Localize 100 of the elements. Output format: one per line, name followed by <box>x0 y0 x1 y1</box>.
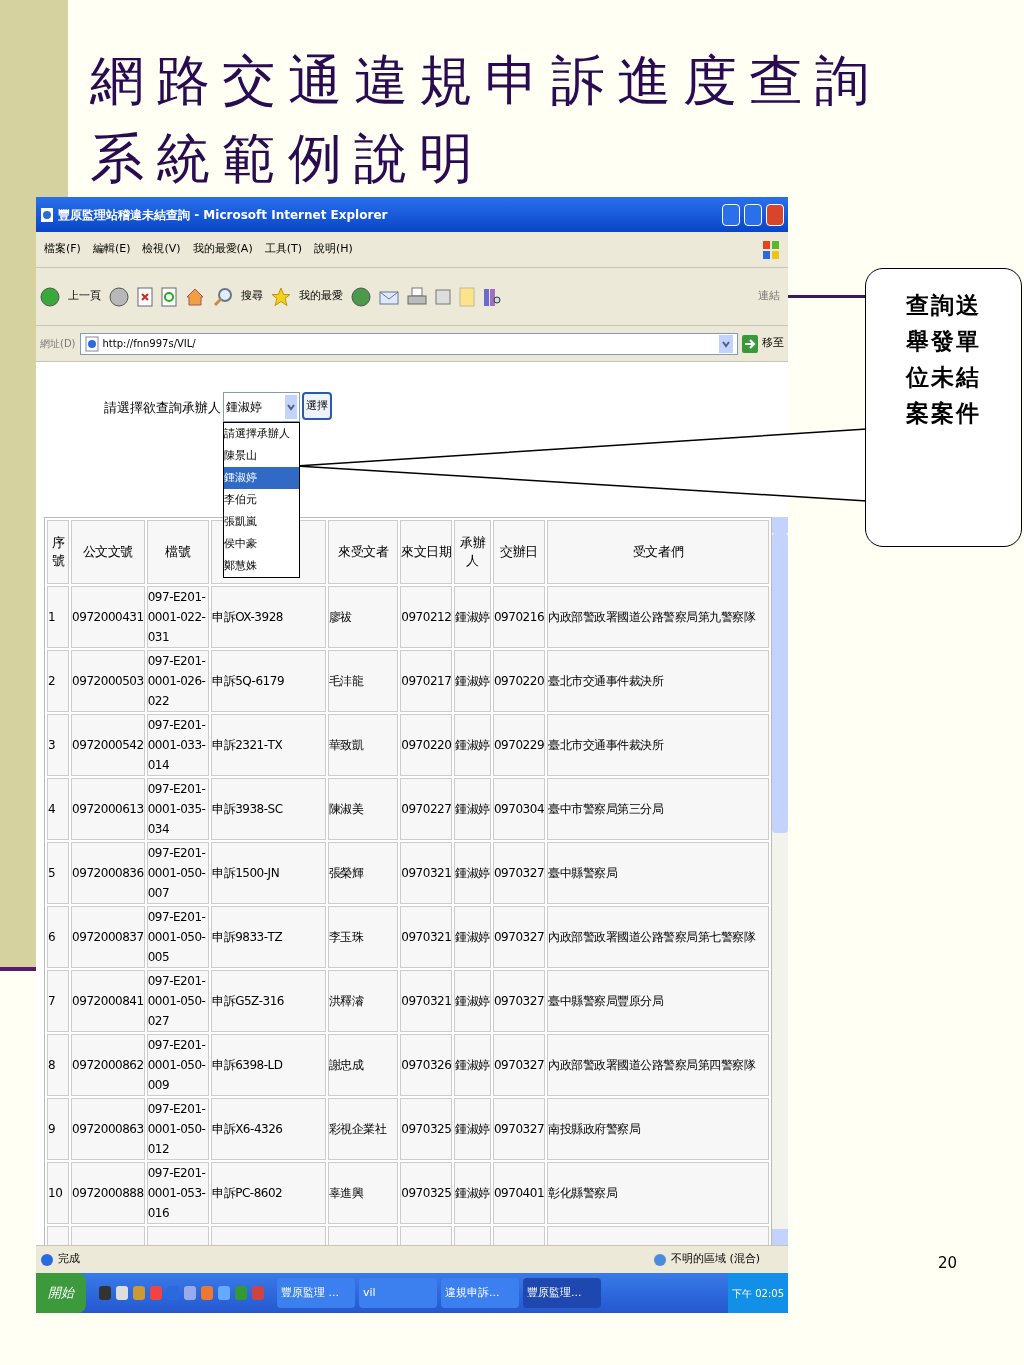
menu-item[interactable]: 我的最愛(A) <box>192 241 253 258</box>
dropdown-option[interactable]: 張凱嵐 <box>224 511 299 533</box>
minimize-button[interactable] <box>722 203 740 226</box>
table-cell: 申訴OX-3928 <box>211 586 326 648</box>
address-label: 網址(D) <box>40 337 76 351</box>
table-cell: 097-E201-0001-026-022 <box>146 650 210 712</box>
table-cell: 0970321 <box>400 970 453 1032</box>
table-cell: 0970217 <box>400 650 453 712</box>
menu-item[interactable]: 檢視(V) <box>142 241 181 258</box>
table-cell: 097-E201-0001-053-016 <box>146 1162 210 1224</box>
history-icon[interactable] <box>351 286 371 307</box>
table-cell: 0970216 <box>492 586 546 648</box>
table-cell: 華致凱 <box>327 714 399 776</box>
table-cell: 申訴3938-SC <box>211 778 326 840</box>
table-cell: 申訴X6-4326 <box>211 1098 326 1160</box>
printer-icon[interactable] <box>407 286 427 307</box>
dropdown-option[interactable]: 鍾淑婷 <box>224 467 299 489</box>
taskbar-button[interactable]: 違規申訴... <box>441 1278 519 1308</box>
taskbar-button[interactable]: 豐原監理 ... <box>277 1278 355 1308</box>
status-text: 完成 <box>58 1251 81 1268</box>
search-button-label[interactable]: 搜尋 <box>241 288 263 305</box>
table-cell: 0970326 <box>400 1034 453 1096</box>
home-icon[interactable] <box>185 286 205 307</box>
search-icon[interactable] <box>213 286 233 307</box>
table-cell: 鍾淑婷 <box>454 1098 491 1160</box>
table-cell: 0970220 <box>492 650 546 712</box>
browser-icon <box>40 206 54 223</box>
table-cell: 097-E201-0001-050-009 <box>146 1034 210 1096</box>
table-cell: 臺北市交通事件裁決所 <box>547 714 769 776</box>
table-cell: 097-E201-0001-033-014 <box>146 714 210 776</box>
close-button[interactable] <box>766 203 784 226</box>
column-header: 承辦人 <box>454 520 491 584</box>
select-button[interactable]: 選擇 <box>302 392 332 420</box>
table-cell: 10 <box>47 1162 70 1224</box>
research-icon[interactable] <box>483 286 501 307</box>
table-cell: 臺中縣警察局豐原分局 <box>547 970 769 1032</box>
table-cell: 臺中市警察局第三分局 <box>547 778 769 840</box>
table-cell: 廖祓 <box>327 586 399 648</box>
table-cell: 0972000503 <box>71 650 145 712</box>
refresh-icon[interactable] <box>161 286 177 307</box>
table-cell: 097-E201-0001-035-034 <box>146 778 210 840</box>
table-cell: 陳淑美 <box>327 778 399 840</box>
table-cell: 097-E201-0001-050-027 <box>146 970 210 1032</box>
address-field[interactable]: http://fnn997s/VIL/ <box>79 332 738 355</box>
menu-item[interactable]: 工具(T) <box>264 241 302 258</box>
table-cell: 申訴PC-8602 <box>211 1162 326 1224</box>
stop-icon[interactable] <box>137 286 153 307</box>
star-icon[interactable] <box>271 286 291 307</box>
table-cell: 097-E201-0001-050-005 <box>146 906 210 968</box>
table-cell: 0970325 <box>400 1162 453 1224</box>
dropdown-option[interactable]: 陳景山 <box>224 445 299 467</box>
links-label[interactable]: 連結 <box>758 288 784 305</box>
menu-item[interactable]: 說明(H) <box>314 241 353 258</box>
favorites-button-label[interactable]: 我的最愛 <box>299 288 343 305</box>
taskbar-button[interactable]: 豐原監理... <box>523 1278 601 1308</box>
table-cell: 毛沣龍 <box>327 650 399 712</box>
table-cell: 鍾淑婷 <box>454 586 491 648</box>
go-button-label[interactable]: 移至 <box>762 335 784 352</box>
dropdown-option[interactable]: 請選擇承辦人 <box>224 423 299 445</box>
page-number: 20 <box>938 1253 958 1274</box>
restore-button[interactable] <box>744 203 762 226</box>
back-button-label[interactable]: 上一頁 <box>68 288 101 305</box>
menu-item[interactable]: 檔案(F) <box>44 241 81 258</box>
table-cell: 申訴6398-LD <box>211 1034 326 1096</box>
column-header: 公文文號 <box>71 520 145 584</box>
dropdown-option[interactable]: 侯中豪 <box>224 533 299 555</box>
security-zone: 不明的區域 (混合) <box>670 1251 761 1268</box>
back-icon[interactable] <box>40 286 60 307</box>
dropdown-option[interactable]: 李伯元 <box>224 489 299 511</box>
table-cell: 5 <box>47 842 70 904</box>
table-cell: 0972000431 <box>71 586 145 648</box>
assignee-select[interactable]: 鍾淑婷 <box>223 392 300 422</box>
table-cell: 097-E201-0001-022-031 <box>146 586 210 648</box>
table-cell: 臺北市交通事件裁決所 <box>547 650 769 712</box>
table-cell: 0972000836 <box>71 842 145 904</box>
column-header: 來文日期 <box>400 520 453 584</box>
table-cell: 辜進興 <box>327 1162 399 1224</box>
table-cell: 謝忠成 <box>327 1034 399 1096</box>
scrollbar[interactable] <box>772 517 788 1245</box>
taskbar-button[interactable]: vil <box>359 1278 437 1308</box>
callout-text: 查詢送舉發單位未結案案件 <box>905 291 982 428</box>
table-cell: 洪釋濬 <box>327 970 399 1032</box>
table-cell: 0970304 <box>492 778 546 840</box>
forward-icon[interactable] <box>109 286 129 307</box>
window-title: 豐原監理站稽違未結查詢 - Microsoft Internet Explorer <box>58 206 389 224</box>
edit-icon[interactable] <box>435 288 451 305</box>
clock: 下午 02:05 <box>732 1286 784 1301</box>
table-cell: 鍾淑婷 <box>454 714 491 776</box>
menu-item[interactable]: 編輯(E) <box>92 241 131 258</box>
column-header: 檔號 <box>146 520 210 584</box>
table-cell: 申訴G5Z-316 <box>211 970 326 1032</box>
column-header: 來受文者 <box>327 520 399 584</box>
start-button[interactable]: 開始 <box>36 1273 86 1313</box>
table-cell: 鍾淑婷 <box>454 970 491 1032</box>
table-cell: 彩視企業社 <box>327 1098 399 1160</box>
dropdown-option[interactable]: 鄭慧姝 <box>224 555 299 577</box>
table-cell: 張榮輝 <box>327 842 399 904</box>
table-cell: 097-E201-0001-050-012 <box>146 1098 210 1160</box>
table-cell: 鍾淑婷 <box>454 906 491 968</box>
column-header: 受文者們 <box>547 520 769 584</box>
